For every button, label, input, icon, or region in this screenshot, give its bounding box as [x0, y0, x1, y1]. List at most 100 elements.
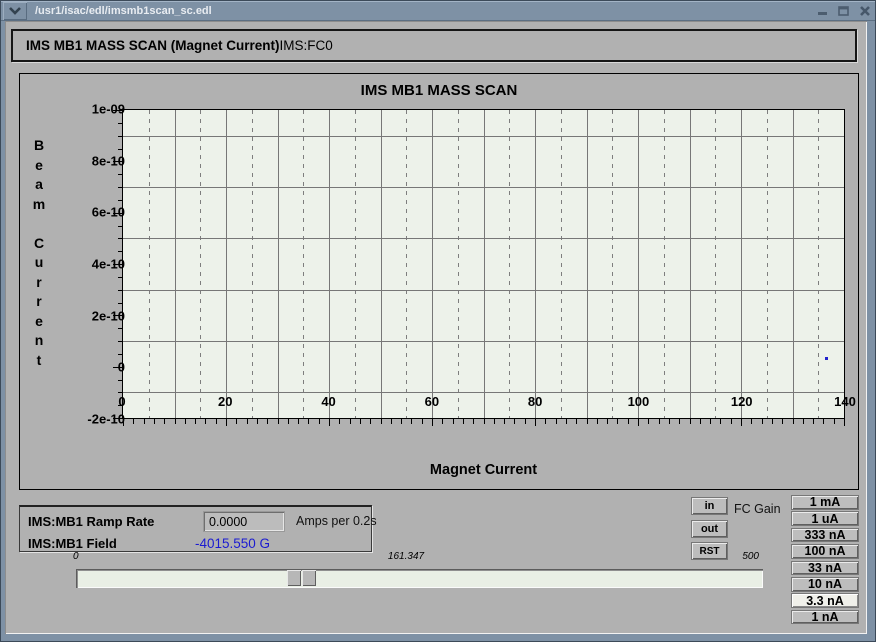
screen-title: IMS MB1 MASS SCAN (Magnet Current) [26, 38, 280, 53]
gain-button-label: 1 nA [811, 610, 838, 624]
x-axis-tick [638, 418, 639, 426]
x-axis-tick [453, 418, 454, 424]
y-tick-label: 8e-10 [35, 153, 125, 168]
y-axis-tick [118, 341, 123, 342]
x-axis-tick [731, 418, 732, 424]
x-axis-tick [401, 418, 402, 424]
gridline-vertical [432, 110, 433, 418]
x-tick-label: 100 [628, 394, 650, 409]
gridline-vertical [226, 110, 227, 418]
y-axis-tick [118, 238, 123, 239]
gain-button-label: 10 nA [808, 577, 842, 591]
x-axis-tick [556, 418, 557, 424]
chart-title: IMS MB1 MASS SCAN [20, 82, 858, 99]
x-axis-tick [566, 418, 567, 424]
slider-handle-left [287, 570, 301, 586]
ramp-panel: IMS:MB1 Ramp Rate Amps per 0.2s IMS:MB1 … [19, 505, 372, 552]
x-axis-tick [319, 418, 320, 424]
slider-value-label: 161.347 [388, 551, 424, 562]
mass-scan-chart: IMS MB1 MASS SCAN B e a m C u r r e n t … [19, 73, 859, 490]
gridline-vertical-dashed [509, 110, 510, 418]
titlebar: /usr1/isac/edl/imsmb1scan_sc.edl [1, 1, 876, 21]
y-axis-tick [118, 136, 123, 137]
y-axis-tick [118, 200, 123, 201]
gridline-vertical-dashed [355, 110, 356, 418]
x-axis-tick [690, 418, 691, 424]
x-axis-tick [679, 418, 680, 424]
gridline-vertical-dashed [818, 110, 819, 418]
x-axis-tick [793, 418, 794, 424]
ramp-rate-units: Amps per 0.2s [296, 514, 377, 528]
fc-in-button[interactable]: in [691, 497, 728, 515]
gridline-horizontal [123, 238, 844, 239]
x-axis-tick [164, 418, 165, 424]
gain-button-3-3-na[interactable]: 3.3 nA [791, 593, 859, 608]
x-axis-tick [442, 418, 443, 424]
slider-max-label: 500 [742, 551, 759, 562]
x-axis-tick [422, 418, 423, 424]
window-menu-button[interactable] [3, 2, 27, 20]
x-axis-tick [257, 418, 258, 424]
gridline-horizontal [123, 187, 844, 188]
y-axis-tick [118, 251, 123, 252]
x-axis-tick [710, 418, 711, 424]
x-tick-label: 40 [321, 394, 335, 409]
slider-handle-right [302, 570, 316, 586]
fc-out-button[interactable]: out [691, 520, 728, 538]
gain-button-label: 333 nA [805, 528, 846, 542]
gain-button-1-na[interactable]: 1 nA [791, 610, 859, 625]
gain-button-33-na[interactable]: 33 nA [791, 561, 859, 576]
slider-handle[interactable] [287, 570, 317, 587]
gridline-vertical-dashed [715, 110, 716, 418]
gridline-horizontal [123, 136, 844, 137]
window-controls [817, 1, 871, 21]
application-window: /usr1/isac/edl/imsmb1scan_sc.edl IMS MB1… [0, 0, 876, 642]
gridline-vertical-dashed [303, 110, 304, 418]
x-axis-tick [329, 418, 330, 426]
y-axis-tick [118, 226, 123, 227]
x-axis-tick [659, 418, 660, 424]
content-area: IMS MB1 MASS SCAN (Magnet Current)IMS:FC… [5, 21, 867, 634]
chevron-down-icon [9, 7, 21, 15]
x-axis-tick [133, 418, 134, 424]
x-axis-tick [813, 418, 814, 424]
x-axis-tick [514, 418, 515, 424]
close-button[interactable] [859, 5, 871, 17]
gain-button-333-na[interactable]: 333 nA [791, 528, 859, 543]
x-axis-tick [576, 418, 577, 424]
x-axis-tick [278, 418, 279, 424]
data-point [825, 357, 828, 360]
y-axis-tick [118, 149, 123, 150]
x-axis-tick [144, 418, 145, 424]
magnet-current-slider[interactable] [76, 569, 763, 588]
gain-button-1-ua[interactable]: 1 uA [791, 511, 859, 526]
gain-button-10-na[interactable]: 10 nA [791, 577, 859, 592]
x-axis-tick [350, 418, 351, 424]
x-axis-tick [308, 418, 309, 424]
x-axis-tick [195, 418, 196, 424]
gain-button-label: 100 nA [805, 544, 846, 558]
gridline-vertical-dashed [200, 110, 201, 418]
gain-button-100-na[interactable]: 100 nA [791, 544, 859, 559]
minimize-button[interactable] [817, 5, 829, 17]
fc-gain-label: FC Gain [734, 502, 781, 516]
fc-out-label: out [701, 523, 718, 535]
gridline-vertical-dashed [458, 110, 459, 418]
gridline-vertical [793, 110, 794, 418]
gridline-vertical-dashed [406, 110, 407, 418]
gain-button-label: 1 uA [811, 512, 838, 526]
gridline-vertical [535, 110, 536, 418]
gain-button-1-ma[interactable]: 1 mA [791, 495, 859, 510]
fc-rst-button[interactable]: RST [691, 542, 728, 560]
gain-button-label: 1 mA [810, 495, 841, 509]
y-axis-title: B e a m C u r r e n t [30, 136, 48, 370]
x-axis-tick [205, 418, 206, 424]
maximize-button[interactable] [838, 5, 850, 17]
gridline-vertical-dashed [149, 110, 150, 418]
x-axis-tick [411, 418, 412, 424]
x-axis-tick [617, 418, 618, 424]
y-axis-tick [118, 328, 123, 329]
gridline-vertical-dashed [767, 110, 768, 418]
ramp-rate-input[interactable] [204, 512, 284, 531]
x-tick-label: 60 [425, 394, 439, 409]
